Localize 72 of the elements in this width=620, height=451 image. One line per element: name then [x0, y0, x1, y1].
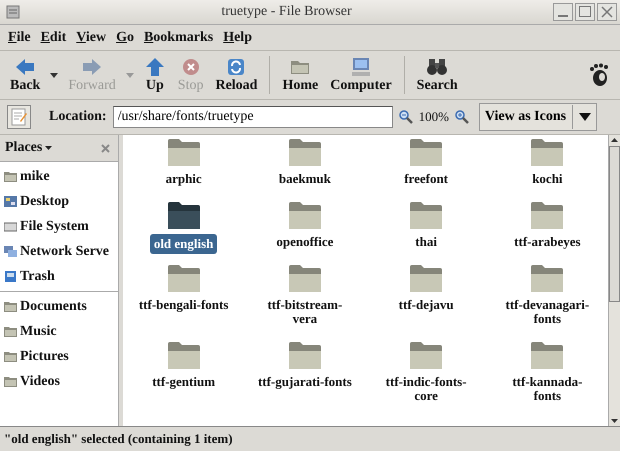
close-icon[interactable]	[101, 144, 110, 152]
folder-item[interactable]: arphic	[123, 139, 244, 199]
toolbar-button[interactable]: Computer	[324, 54, 398, 96]
location-label: Location:	[49, 109, 107, 125]
folder-item[interactable]: ttf-devanagari-fonts	[486, 265, 608, 339]
binoculars-icon	[426, 56, 448, 76]
back-arrow-icon	[14, 56, 36, 76]
scrollbar-thumb[interactable]	[609, 146, 620, 302]
toolbar-button[interactable]: Up	[138, 54, 172, 96]
toolbar-button[interactable]: Back	[4, 54, 62, 96]
folder-icon	[4, 376, 17, 387]
menu-item[interactable]: Help	[223, 30, 252, 46]
sidebar-item[interactable]: Music	[0, 319, 118, 344]
menu-item[interactable]: Bookmarks	[144, 30, 214, 46]
toolbar-button[interactable]: Search	[410, 54, 464, 96]
menu-item[interactable]: Edit	[40, 30, 66, 46]
computer-icon	[350, 56, 372, 76]
folder-item[interactable]: ttf-dejavu	[366, 265, 487, 339]
desktop-icon	[4, 196, 17, 207]
up-arrow-icon	[144, 56, 166, 76]
close-icon[interactable]	[597, 3, 617, 21]
sidebar-item[interactable]: Documents	[0, 294, 118, 319]
menu-item[interactable]: Go	[116, 30, 134, 46]
folder-item[interactable]: thai	[366, 202, 487, 262]
toolbar-button[interactable]: Home	[276, 54, 324, 96]
dropdown-arrow-icon	[126, 72, 134, 78]
folder-item[interactable]: ttf-bitstream-vera	[244, 265, 366, 339]
sidebar-item[interactable]: Pictures	[0, 344, 118, 369]
status-text: "old english" selected (containing 1 item)	[4, 431, 233, 447]
sidebar-item[interactable]: Desktop	[0, 189, 118, 214]
window-menu-icon[interactable]	[6, 5, 20, 19]
menu-item[interactable]: View	[76, 30, 106, 46]
zoom-out-icon[interactable]	[398, 110, 413, 124]
maximize-icon[interactable]	[575, 3, 595, 21]
dropdown-arrow-icon	[579, 113, 592, 121]
trash-icon	[4, 271, 17, 282]
folder-item[interactable]: freefont	[366, 139, 487, 199]
sidebar-item[interactable]: Trash	[0, 264, 118, 289]
folder-icon	[4, 326, 17, 337]
notepad-icon[interactable]	[7, 105, 31, 129]
footprint-icon[interactable]	[588, 63, 610, 87]
folder-item[interactable]: ttf-gujarati-fonts	[244, 342, 366, 416]
view-dropdown[interactable]: View as Icons	[478, 103, 598, 131]
network-icon	[4, 246, 17, 257]
sidebar-item[interactable]: Network Serve	[0, 239, 118, 264]
drive-icon	[4, 221, 17, 232]
zoom-in-icon[interactable]	[454, 110, 469, 124]
folder-item[interactable]: baekmuk	[244, 139, 366, 199]
sidebar-item[interactable]: mike	[0, 164, 118, 189]
window-title: truetype - File Browser	[220, 4, 353, 20]
folder-item[interactable]: ttf-gentium	[123, 342, 244, 416]
zoom-level[interactable]: 100%	[418, 109, 449, 125]
sidebar-title[interactable]: Places	[5, 140, 42, 156]
minimize-icon[interactable]	[553, 3, 573, 21]
location-field[interactable]: /usr/share/fonts/truetype	[112, 106, 393, 128]
folder-icon	[4, 351, 17, 362]
menu-item[interactable]: File	[8, 30, 31, 46]
dropdown-arrow-icon	[50, 72, 58, 78]
folder-item[interactable]: openoffice	[244, 202, 366, 262]
folder-item[interactable]: ttf-bengali-fonts	[123, 265, 244, 339]
folder-icon	[4, 301, 17, 312]
sidebar-item[interactable]: File System	[0, 214, 118, 239]
folder-item[interactable]: ttf-kannada-fonts	[486, 342, 608, 416]
dropdown-arrow-icon[interactable]	[45, 146, 52, 150]
folder-item[interactable]: ttf-arabeyes	[486, 202, 608, 262]
folder-icon	[4, 171, 17, 182]
forward-arrow-icon	[81, 56, 104, 76]
sidebar-item[interactable]: Videos	[0, 369, 118, 394]
folder-item[interactable]: ttf-indic-fonts-core	[366, 342, 487, 416]
folder-item[interactable]: old english	[123, 202, 244, 262]
toolbar-button[interactable]: Reload	[209, 54, 264, 96]
folder-item[interactable]: kochi	[486, 139, 608, 199]
